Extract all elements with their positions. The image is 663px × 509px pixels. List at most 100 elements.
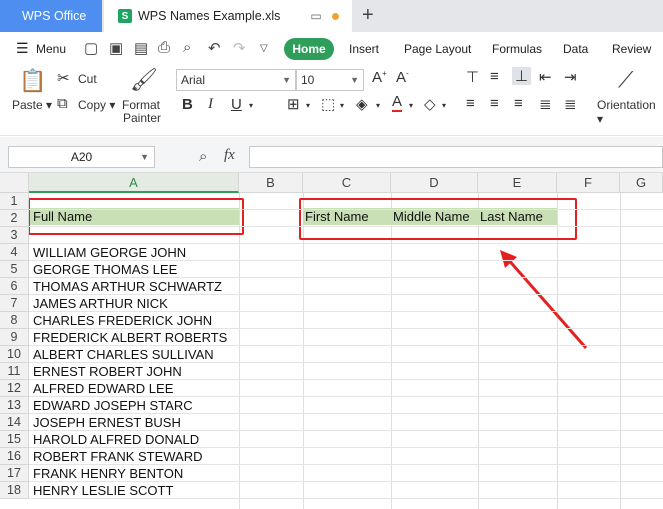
tab-data[interactable]: Data — [563, 42, 588, 56]
row-header-2[interactable]: 2 — [0, 210, 29, 227]
chevron-down-icon[interactable]: ▾ — [442, 101, 446, 110]
italic-icon[interactable]: I — [208, 96, 213, 113]
row-header-5[interactable]: 5 — [0, 261, 29, 278]
tab-page-layout[interactable]: Page Layout — [404, 42, 471, 56]
name-cell[interactable]: EDWARD JOSEPH STARC — [30, 397, 239, 414]
name-box[interactable]: A20 ▼ — [8, 146, 155, 168]
decrease-font-icon[interactable]: A- — [396, 69, 409, 86]
row-header-12[interactable]: 12 — [0, 380, 29, 397]
row-header-3[interactable]: 3 — [0, 227, 29, 244]
column-header-f[interactable]: F — [557, 173, 620, 193]
row-header-15[interactable]: 15 — [0, 431, 29, 448]
name-cell[interactable]: HENRY LESLIE SCOTT — [30, 482, 239, 499]
more-chevron-icon[interactable]: ▽ — [260, 43, 268, 54]
name-cell[interactable]: JOSEPH ERNEST BUSH — [30, 414, 239, 431]
clear-eraser-icon[interactable]: ◇ — [424, 95, 436, 113]
row-header-4[interactable]: 4 — [0, 244, 29, 261]
format-painter-label-1[interactable]: Format — [122, 98, 160, 112]
tab-home[interactable]: Home — [284, 38, 334, 60]
column-header-b[interactable]: B — [239, 173, 303, 193]
name-cell[interactable]: ERNEST ROBERT JOHN — [30, 363, 239, 380]
column-header-a[interactable]: A — [29, 173, 239, 193]
copy-icon[interactable]: ⧉ — [57, 95, 68, 112]
row-header-6[interactable]: 6 — [0, 278, 29, 295]
align-left-icon[interactable]: ≡ — [466, 95, 475, 112]
monitor-icon[interactable]: ▭ — [310, 9, 321, 23]
row-header-13[interactable]: 13 — [0, 397, 29, 414]
select-all-corner[interactable] — [0, 173, 29, 193]
name-cell[interactable]: CHARLES FREDERICK JOHN — [30, 312, 239, 329]
formula-input[interactable] — [249, 146, 663, 168]
chevron-down-icon[interactable]: ▾ — [409, 101, 413, 110]
name-cell[interactable]: WILLIAM GEORGE JOHN — [30, 244, 239, 261]
chevron-down-icon[interactable]: ▾ — [376, 101, 380, 110]
row-header-10[interactable]: 10 — [0, 346, 29, 363]
copy-button[interactable]: Copy ▾ — [78, 98, 115, 112]
name-cell[interactable]: JAMES ARTHUR NICK — [30, 295, 239, 312]
column-header-e[interactable]: E — [478, 173, 557, 193]
name-cell[interactable]: ROBERT FRANK STEWARD — [30, 448, 239, 465]
zoom-search-icon[interactable]: ⌕ — [199, 148, 207, 165]
name-cell[interactable]: HAROLD ALFRED DONALD — [30, 431, 239, 448]
export-pdf-icon[interactable]: ▤ — [134, 39, 148, 57]
print-icon[interactable]: ⎙ — [158, 39, 170, 56]
name-cell[interactable]: GEORGE THOMAS LEE — [30, 261, 239, 278]
chevron-down-icon[interactable]: ▾ — [340, 101, 344, 110]
chevron-down-icon[interactable]: ▾ — [249, 101, 253, 110]
row-header-18[interactable]: 18 — [0, 482, 29, 499]
plus-icon[interactable]: + — [362, 4, 374, 27]
distributed-icon[interactable]: ≣ — [564, 95, 577, 113]
row-header-14[interactable]: 14 — [0, 414, 29, 431]
indent-increase-icon[interactable]: ⇥ — [564, 68, 577, 86]
column-header-d[interactable]: D — [391, 173, 478, 193]
cut-icon[interactable]: ✂ — [57, 69, 70, 87]
fill-color-icon[interactable]: ◈ — [356, 95, 368, 113]
row-header-9[interactable]: 9 — [0, 329, 29, 346]
redo-icon[interactable]: ↷ — [233, 39, 246, 57]
align-top-icon[interactable]: ⊤ — [466, 68, 479, 86]
justify-icon[interactable]: ≣ — [539, 95, 552, 113]
tab-insert[interactable]: Insert — [349, 42, 379, 56]
font-size-select[interactable]: 10 ▼ — [296, 69, 364, 91]
bold-icon[interactable]: B — [182, 96, 193, 113]
align-middle-icon[interactable]: ≡ — [490, 68, 499, 85]
column-header-g[interactable]: G — [620, 173, 663, 193]
hamburger-icon[interactable]: ☰ — [16, 40, 29, 57]
row-header-17[interactable]: 17 — [0, 465, 29, 482]
align-bottom-icon[interactable]: ⊥ — [512, 67, 532, 85]
orientation-button[interactable]: Orientation ▾ — [597, 98, 663, 126]
conditional-format-icon[interactable]: ⬚ — [321, 95, 335, 113]
name-cell[interactable]: FRANK HENRY BENTON — [30, 465, 239, 482]
row-header-7[interactable]: 7 — [0, 295, 29, 312]
open-folder-icon[interactable]: ▢ — [84, 39, 98, 57]
format-painter-label-2[interactable]: Painter — [123, 111, 161, 125]
column-header-c[interactable]: C — [303, 173, 391, 193]
wps-office-tab[interactable]: WPS Office — [0, 0, 102, 32]
row-header-8[interactable]: 8 — [0, 312, 29, 329]
name-cell[interactable]: ALBERT CHARLES SULLIVAN — [30, 346, 239, 363]
file-tab[interactable]: S WPS Names Example.xls ▭ — [104, 0, 352, 32]
name-cell[interactable]: FREDERICK ALBERT ROBERTS — [30, 329, 239, 346]
row-header-16[interactable]: 16 — [0, 448, 29, 465]
font-color-icon[interactable]: A — [392, 94, 403, 112]
orientation-icon[interactable]: ⟋ — [618, 67, 633, 93]
chevron-down-icon[interactable]: ▾ — [306, 101, 310, 110]
undo-icon[interactable]: ↶ — [208, 39, 221, 57]
name-cell[interactable]: THOMAS ARTHUR SCHWARTZ — [30, 278, 239, 295]
align-center-icon[interactable]: ≡ — [490, 95, 499, 112]
cut-button[interactable]: Cut — [78, 72, 97, 86]
increase-font-icon[interactable]: A+ — [372, 69, 387, 86]
paste-button[interactable]: Paste ▾ — [12, 98, 52, 112]
print-preview-icon[interactable]: ⌕ — [183, 39, 191, 56]
tab-formulas[interactable]: Formulas — [492, 42, 542, 56]
align-right-icon[interactable]: ≡ — [514, 95, 523, 112]
row-header-11[interactable]: 11 — [0, 363, 29, 380]
border-icon[interactable]: ⊞ — [287, 95, 300, 113]
name-cell[interactable]: ALFRED EDWARD LEE — [30, 380, 239, 397]
paste-icon[interactable]: 📋 — [19, 68, 46, 94]
save-icon[interactable]: ▣ — [109, 39, 123, 57]
font-name-select[interactable]: Arial ▼ — [176, 69, 296, 91]
indent-decrease-icon[interactable]: ⇤ — [539, 68, 552, 86]
tab-review[interactable]: Review — [612, 42, 651, 56]
format-painter-icon[interactable]: 🖌 — [130, 67, 158, 93]
